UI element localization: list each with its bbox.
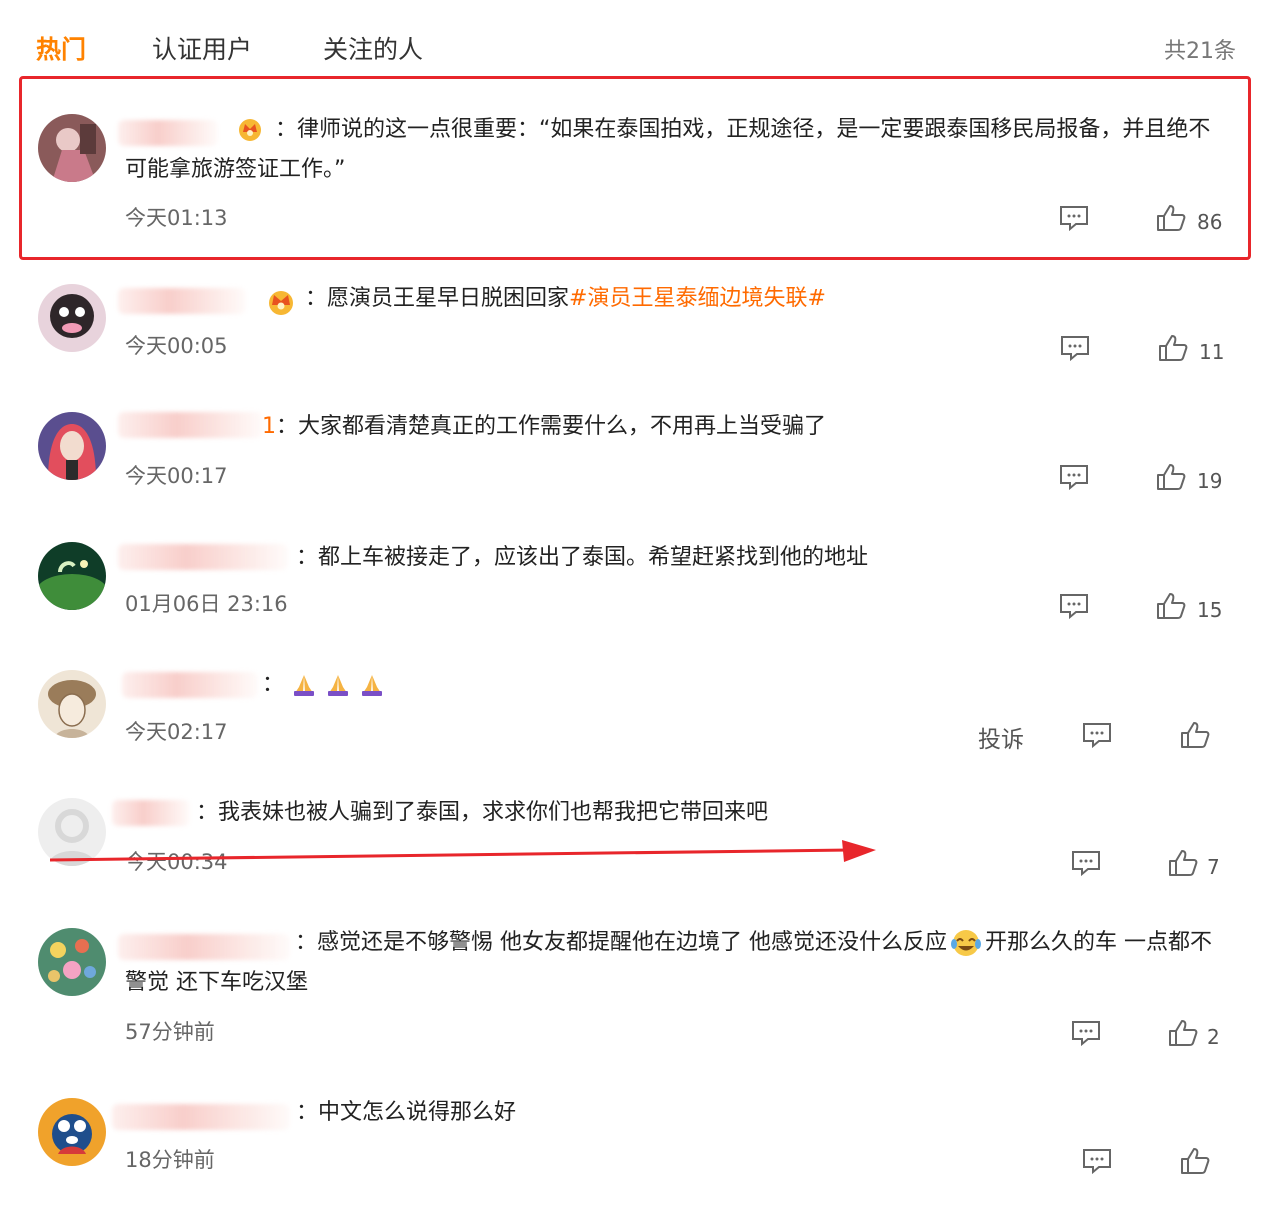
comment-time: 今天02:17 (125, 720, 228, 744)
like-count: 15 (1197, 598, 1223, 622)
comment-tabs: 热门 认证用户 关注的人 共21条 (0, 0, 1266, 80)
comment-colon: ： (275, 117, 298, 142)
username-blurred[interactable] (118, 544, 288, 570)
like-count: 2 (1207, 1025, 1220, 1049)
reply-icon[interactable] (1060, 335, 1090, 362)
comment-colon: ： (305, 286, 328, 311)
username-blurred[interactable] (112, 800, 190, 826)
avatar[interactable] (38, 284, 106, 352)
username-blurred[interactable] (122, 672, 258, 698)
crying-laughing-emoji-icon (951, 930, 982, 956)
comment-body: 大家都看清楚真正的工作需要什么，不用再上当受骗了 (298, 414, 827, 439)
avatar[interactable] (38, 542, 106, 610)
comment-time: 57分钟前 (125, 1020, 215, 1044)
hashtag-link[interactable]: #演员王星泰缅边境失联# (569, 286, 826, 311)
annotation-arrow-icon (50, 840, 876, 862)
comment-body: 我表妹也被人骗到了泰国，求求你们也帮我把它带回来吧 (218, 800, 769, 825)
reply-icon[interactable] (1059, 464, 1089, 491)
like-icon[interactable] (1156, 204, 1186, 232)
comment-time: 今天01:13 (125, 206, 228, 230)
like-icon[interactable] (1180, 721, 1210, 749)
reply-icon[interactable] (1071, 850, 1101, 877)
comment-text: ：中文怎么说得那么好 (296, 1093, 1226, 1133)
reply-icon[interactable] (1082, 722, 1112, 749)
folded-hands-emoji (291, 672, 393, 697)
comment-text: ：感觉还是不够警惕 他女友都提醒他在边境了 他感觉还没什么反应 开那么久的车 一点… (125, 923, 1226, 1003)
like-icon[interactable] (1168, 849, 1198, 877)
comment-body: 中文怎么说得那么好 (318, 1100, 517, 1125)
username-blurred[interactable] (118, 412, 263, 438)
like-count: 11 (1199, 340, 1225, 364)
comment-time: 01月06日 23:16 (125, 592, 288, 616)
like-icon[interactable] (1168, 1019, 1198, 1047)
report-button[interactable]: 投诉 (978, 720, 1024, 754)
tab-hot[interactable]: 热门 (36, 30, 86, 66)
comment-text: 1：大家都看清楚真正的工作需要什么，不用再上当受骗了 (262, 407, 1226, 447)
username-tail[interactable]: 1 (262, 414, 276, 439)
comment-time: 今天00:05 (125, 334, 228, 358)
like-icon[interactable] (1180, 1147, 1210, 1175)
comment-colon: ： (295, 930, 318, 955)
reply-icon[interactable] (1059, 593, 1089, 620)
avatar[interactable] (38, 1098, 106, 1166)
comment-colon: ： (262, 672, 285, 697)
like-icon[interactable] (1158, 334, 1188, 362)
comment-text: ：律师说的这一点很重要：“如果在泰国拍戏，正规途径，是一定要跟泰国移民局报备，并… (125, 110, 1226, 190)
like-icon[interactable] (1156, 592, 1186, 620)
comment-colon: ： (296, 1100, 319, 1125)
username-blurred[interactable] (112, 1104, 290, 1130)
crown-badge-icon (264, 286, 298, 321)
comment-total-count: 共21条 (1164, 39, 1236, 64)
comment-text: ： (262, 665, 1226, 705)
reply-icon[interactable] (1059, 205, 1089, 232)
comment-time: 18分钟前 (125, 1148, 215, 1172)
reply-icon[interactable] (1082, 1148, 1112, 1175)
comment-text: ：愿演员王星早日脱困回家#演员王星泰缅边境失联# (305, 279, 1226, 319)
comment-colon: ： (296, 545, 319, 570)
tab-verified-users[interactable]: 认证用户 (152, 30, 252, 66)
username-blurred[interactable] (118, 288, 246, 314)
like-icon[interactable] (1156, 463, 1186, 491)
comment-time: 今天00:17 (125, 464, 228, 488)
reply-icon[interactable] (1071, 1020, 1101, 1047)
comment-colon: ： (196, 800, 219, 825)
avatar[interactable] (38, 412, 106, 480)
like-count: 7 (1207, 855, 1220, 879)
avatar[interactable] (38, 928, 106, 996)
comment-body: 愿演员王星早日脱困回家 (327, 286, 570, 311)
like-count: 86 (1197, 210, 1223, 234)
tab-following[interactable]: 关注的人 (323, 30, 423, 66)
avatar[interactable] (38, 114, 106, 182)
avatar[interactable] (38, 670, 106, 738)
comment-body: 都上车被接走了，应该出了泰国。希望赶紧找到他的地址 (318, 545, 869, 570)
comment-colon: ： (276, 414, 299, 439)
comment-body-part-1: 感觉还是不够警惕 他女友都提醒他在边境了 他感觉还没什么反应 (317, 930, 948, 955)
comment-text: ：我表妹也被人骗到了泰国，求求你们也帮我把它带回来吧 (196, 793, 1226, 833)
comment-text: ：都上车被接走了，应该出了泰国。希望赶紧找到他的地址 (296, 538, 1226, 578)
like-count: 19 (1197, 469, 1223, 493)
